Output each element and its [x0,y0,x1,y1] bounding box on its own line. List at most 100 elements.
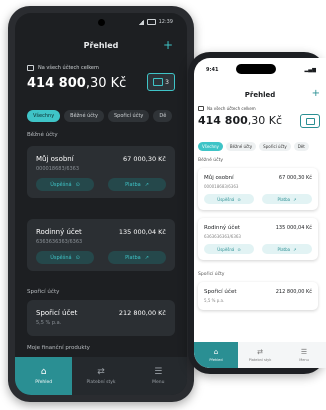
total-label-row: Na všech účtech celkem [27,65,99,71]
chip-children[interactable]: Dět [293,142,309,151]
nav-overview[interactable]: ⌂ Přehled [194,342,238,368]
nav-payments[interactable]: ⇄ Platební styk [72,357,129,395]
total-dec: ,30 Kč [85,76,127,91]
card-icon [305,117,315,125]
total-int: 414 800 [198,114,248,127]
wallet-icon [198,106,204,111]
arrow-icon: ↗ [293,246,297,252]
arrow-icon: ↗ [293,196,297,202]
nav-payments[interactable]: ⇄ Platební styk [238,342,282,368]
nav-menu-label: Menu [299,357,309,362]
account-name: Rodinný účet [204,225,240,231]
page-title: Přehled [83,41,119,50]
chip-savings[interactable]: Spořicí účty [107,110,150,122]
arrow-icon: ↗ [144,181,149,188]
bottom-nav: ⌂ Přehled ⇄ Platební styk ☰ Menu [194,342,326,368]
dynamic-island [236,64,276,74]
account-number: 000018683/6363 [204,184,239,189]
section-current: Běžné účty [27,132,58,138]
signal-icon: ▂▄▆ [304,67,316,73]
android-screen: 12:39 Přehled + Na všech účtech celkem 4… [15,13,187,395]
interest-rate: 5,5 % p.a. [36,320,62,326]
arrow-icon: ↗ [144,254,149,261]
total-int: 414 800 [27,76,86,91]
account-name: Můj osobní [204,175,234,181]
check-icon: ⊙ [75,254,80,261]
nav-payments-label: Platební styk [248,357,272,362]
menu-icon: ☰ [154,366,163,377]
account-amount: 67 000,30 Kč [123,155,166,163]
bottom-nav: ⌂ Přehled ⇄ Platební styk ☰ Menu [15,357,187,395]
filter-chips: Všechny Běžné účty Spořicí účty Dět [198,142,309,151]
transfer-icon: ⇄ [97,366,105,377]
front-camera [98,19,105,26]
chip-current[interactable]: Běžné účty [225,142,257,151]
check-icon: ⊙ [75,181,80,188]
status-time: 9:41 [206,67,219,73]
chip-all[interactable]: Všechny [198,142,223,151]
account-name: Můj osobní [36,155,74,163]
interest-rate: 5,5 % p.a. [204,298,225,303]
account-name: Spořicí účet [36,309,78,317]
account-amount: 135 000,04 Kč [118,228,166,236]
chip-current[interactable]: Běžné účty [64,110,104,122]
signal-icon [137,19,144,25]
payment-label: Platba [125,181,141,188]
payment-button[interactable]: Platba ↗ [108,251,166,264]
savings-card[interactable]: Spořicí účet 212 800,00 Kč 5,5 % p.a. [27,300,175,336]
total-dec: ,30 Kč [247,114,283,127]
cards-count: 3 [165,78,169,86]
account-number: 6363636363/6363 [204,234,241,239]
history-label: Úspěšná [217,196,235,202]
cards-button[interactable] [300,114,320,128]
status-bar: 12:39 [137,19,173,25]
add-icon[interactable]: + [163,38,173,52]
payment-label: Platba [277,196,291,202]
account-card[interactable]: Rodinný účet 135 000,04 Kč 6363636363/63… [27,219,175,271]
history-button[interactable]: Úspěšná ⊙ [36,251,94,264]
chip-all[interactable]: Všechny [27,110,61,122]
total-label: Na všech účtech celkem [38,65,99,71]
chip-children[interactable]: Dě [153,110,173,122]
account-card[interactable]: Můj osobní 67 000,30 Kč 000018683/6363 Ú… [27,146,175,198]
history-label: Úspěšná [50,254,72,261]
account-number: 000018683/6363 [36,166,80,172]
account-amount: 212 800,00 Kč [275,289,312,295]
account-amount: 135 000,04 Kč [275,225,312,231]
payment-button[interactable]: Platba ↗ [262,244,312,254]
nav-overview[interactable]: ⌂ Přehled [15,357,73,395]
iphone-screen: 9:41 ▂▄▆ Přehled + Na všech účtech celke… [194,58,326,368]
iphone: 9:41 ▂▄▆ Přehled + Na všech účtech celke… [188,52,326,374]
account-name: Spořicí účet [204,289,237,295]
cards-button[interactable]: 3 [147,73,175,91]
section-savings: Spořicí účty [198,272,225,277]
account-card[interactable]: Rodinný účet 135 000,04 Kč 6363636363/63… [198,218,318,260]
chip-savings[interactable]: Spořicí účty [259,142,291,151]
account-name: Rodinný účet [36,228,82,236]
history-label: Úspěšná [217,246,235,252]
account-amount: 212 800,00 Kč [118,309,166,317]
filter-chips: Všechny Běžné účty Spořicí účty Dě [27,110,173,122]
add-icon[interactable]: + [312,88,320,99]
history-button[interactable]: Úspěšná ⊙ [36,178,94,191]
savings-card[interactable]: Spořicí účet 212 800,00 Kč 5,5 % p.a. [198,282,318,310]
history-button[interactable]: Úspěšná ⊙ [204,244,254,254]
payment-button[interactable]: Platba ↗ [108,178,166,191]
history-button[interactable]: Úspěšná ⊙ [204,194,254,204]
total-balance: 414 800,30 Kč [27,76,126,91]
check-icon: ⊙ [237,246,241,252]
total-label-row: Na všech účtech celkem [198,106,256,111]
menu-icon: ☰ [300,347,308,356]
page-title: Přehled [244,91,276,99]
nav-menu[interactable]: ☰ Menu [282,342,326,368]
account-number: 6363636363/6363 [36,239,83,245]
battery-icon [146,19,156,25]
payment-label: Platba [277,246,291,252]
history-label: Úspěšná [50,181,72,188]
nav-payments-label: Platební styk [86,379,116,385]
payment-button[interactable]: Platba ↗ [262,194,312,204]
section-current: Běžné účty [198,158,224,163]
nav-menu[interactable]: ☰ Menu [130,357,187,395]
status-time: 12:39 [158,19,173,25]
account-card[interactable]: Můj osobní 67 000,30 Kč 000018683/6363 Ú… [198,168,318,210]
